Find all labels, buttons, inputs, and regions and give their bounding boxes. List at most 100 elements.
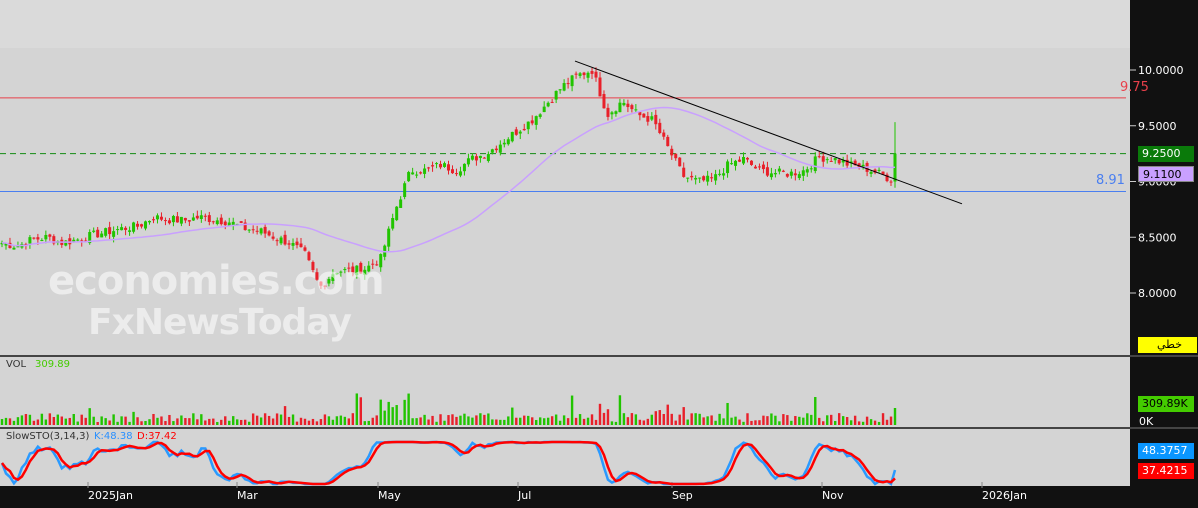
candle-body: [163, 220, 167, 222]
candle-body: [391, 218, 395, 229]
volume-bar: [307, 420, 311, 425]
volume-bar: [447, 415, 450, 425]
volume-bar: [574, 417, 578, 425]
volume-bar: [535, 419, 538, 425]
candle-body: [267, 231, 271, 236]
volume-bar: [558, 420, 562, 425]
volume-bar: [327, 416, 331, 425]
candle-body: [650, 116, 654, 120]
volume-bar: [810, 414, 813, 425]
volume-bar: [822, 421, 825, 425]
candle-body: [714, 174, 718, 181]
candle-body: [171, 215, 175, 223]
volume-bar: [463, 413, 466, 425]
volume-bar: [24, 414, 28, 425]
volume-bar: [877, 421, 881, 425]
candle-body: [706, 175, 710, 182]
volume-bar: [172, 421, 175, 425]
chart-canvas[interactable]: 10.00009.50009.00008.50008.00002025JanMa…: [0, 0, 1198, 504]
candle-body: [175, 216, 179, 223]
volume-bar: [299, 417, 303, 425]
volume-zero-tick: 0K: [1139, 415, 1154, 428]
volume-bar: [634, 414, 638, 425]
volume-bar: [666, 404, 669, 425]
candle-body: [203, 215, 207, 217]
candle-body: [682, 167, 686, 177]
candle-body: [654, 114, 658, 125]
volume-bar: [471, 417, 474, 425]
volume-bar: [467, 416, 470, 425]
volume-bar: [550, 416, 554, 425]
stochastic-d-badge: 37.4215: [1138, 463, 1194, 479]
volume-bar: [363, 421, 366, 425]
volume-bar: [323, 414, 327, 425]
volume-bar: [682, 407, 685, 425]
volume-bar: [351, 413, 355, 425]
candle-body: [100, 233, 104, 238]
volume-bar: [80, 414, 83, 425]
y-tick-label: 8.5000: [1138, 231, 1177, 244]
volume-bar: [893, 408, 897, 425]
volume-bar: [650, 414, 654, 425]
volume-bar: [275, 413, 279, 425]
candle-body: [646, 116, 650, 122]
volume-bar: [291, 414, 295, 425]
chart-window[interactable]: 10.00009.50009.00008.50008.00002025JanMa…: [0, 0, 1198, 504]
candle-body: [415, 174, 419, 176]
candle-body: [32, 237, 36, 239]
candle-body: [809, 168, 813, 170]
volume-bar: [730, 417, 733, 425]
candle-body: [690, 175, 694, 178]
volume-bar: [814, 397, 817, 425]
volume-bar: [455, 416, 458, 425]
candle-body: [299, 243, 303, 248]
watermark-economies: economies.com: [48, 258, 385, 304]
volume-bar: [124, 416, 127, 425]
candle-body: [12, 247, 16, 250]
volume-bar: [267, 415, 271, 425]
volume-bar: [626, 417, 630, 425]
volume-bar: [311, 418, 315, 425]
volume-bar: [100, 416, 103, 425]
time-axis: [72, 486, 1130, 504]
volume-bar: [614, 421, 618, 425]
y-tick-label: 10.0000: [1138, 64, 1184, 77]
candle-body: [825, 159, 829, 161]
candle-body: [622, 102, 626, 106]
volume-bar: [515, 417, 518, 425]
candle-body: [510, 131, 514, 142]
x-tick-label: Jul: [517, 489, 531, 502]
volume-bar: [806, 413, 809, 425]
volume-bar: [598, 403, 602, 425]
candle-body: [542, 106, 546, 113]
candle-body: [454, 173, 458, 175]
volume-bar: [12, 420, 16, 425]
candle-body: [167, 220, 171, 224]
candle-body: [869, 171, 873, 174]
chart-type-button[interactable]: خطي: [1138, 337, 1197, 353]
volume-bar: [419, 417, 422, 425]
volume-bar: [873, 420, 877, 425]
volume-bar: [243, 419, 247, 425]
volume-bar: [303, 418, 307, 425]
candle-body: [630, 105, 634, 110]
volume-bar: [407, 393, 410, 425]
volume-bar: [495, 419, 498, 425]
volume-bar: [200, 414, 203, 425]
candle-body: [466, 158, 470, 165]
volume-bar: [766, 416, 769, 425]
volume-bar: [220, 419, 223, 425]
candle-body: [686, 177, 690, 179]
volume-bar: [52, 416, 56, 425]
candle-body: [48, 234, 52, 237]
volume-bar: [371, 417, 374, 425]
volume-bar: [786, 415, 789, 425]
volume-bar: [271, 418, 275, 425]
volume-bar: [0, 419, 4, 425]
candle-body: [239, 221, 243, 223]
candle-body: [187, 220, 191, 222]
candle-body: [120, 227, 124, 231]
volume-bar: [889, 416, 893, 425]
volume-bar: [483, 414, 486, 425]
volume-bar: [678, 414, 681, 425]
